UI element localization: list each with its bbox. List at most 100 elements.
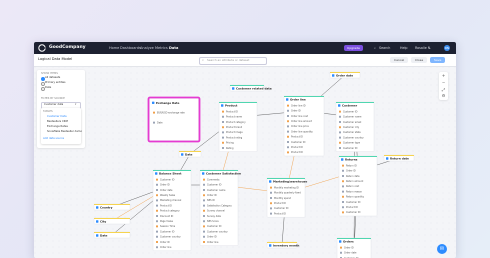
attribute-row[interactable]: Customer ID [346,201,361,204]
attribute-row[interactable]: Survey date [207,215,221,218]
dataset-card[interactable]: City [93,217,131,225]
attribute-row[interactable]: Order ID [207,194,217,197]
attribute-row[interactable]: Customer ID [207,184,222,187]
attribute-row[interactable]: Customer country [207,230,228,233]
attribute-row[interactable]: Product ID [291,136,303,139]
attribute-row[interactable]: Product name [226,116,243,119]
show-option-primary[interactable]: Primary entities [45,81,66,84]
attribute-row[interactable]: Product ID [160,204,172,207]
attribute-row[interactable]: Order ID [346,170,356,173]
attribute-row[interactable]: Product ID [226,110,238,113]
attribute-row[interactable]: Return quantity [346,196,365,199]
attribute-row[interactable]: Survey channel [207,210,225,213]
attribute-row[interactable]: Comments [207,178,220,181]
attribute-row[interactable]: Order ID [160,184,170,187]
attribute-row[interactable]: Customer ID [346,211,361,214]
attribute-row[interactable]: Order line cost [291,115,308,118]
dataset-card[interactable]: Inventory month [266,241,299,249]
dataset-card[interactable]: Order line Order line ID Order ID Order lin… [283,95,325,157]
attribute-row[interactable]: Return amount [346,180,363,183]
attribute-row[interactable]: NPS Score [207,220,219,223]
attribute-row[interactable]: Product category [226,121,246,124]
attribute-row[interactable]: Rating [226,147,234,150]
attribute-row[interactable]: Return ID [346,164,357,167]
model-canvas[interactable]: Product Product ID Product name Product cat… [34,42,456,258]
attribute-row[interactable]: Pricing [226,142,234,145]
attribute-row[interactable]: EUR/USD exchange rate [157,111,185,114]
attribute-row[interactable]: Return reason [346,190,363,193]
dataset-card[interactable]: Customer Customer ID Customer name Customer… [335,101,375,152]
dataset-card[interactable]: Date [93,231,131,239]
dataset-card[interactable]: Customer related data [229,84,272,92]
dataset-card[interactable]: Balance Sheet Customer ID Order ID Order da… [152,169,192,252]
highlighted-dataset-card[interactable]: Exchange Rate EUR/USD exchange rate Date [147,96,201,143]
show-option-all[interactable]: All datasets [45,76,60,79]
attribute-row[interactable]: Order line ID [291,104,306,107]
attribute-row[interactable]: Page Views [160,220,174,223]
dataset-card[interactable]: OrdersOrder IDOrder dateCustomer ID [336,237,372,258]
dataset-card[interactable]: Return date [383,154,415,162]
attribute-row[interactable]: Marketing channel [160,199,182,202]
attribute-row[interactable]: Return date [346,175,360,178]
attribute-row[interactable]: Weekly Sales [160,194,176,197]
attribute-row[interactable]: Order ID [160,241,170,244]
attribute-row[interactable]: NPS ID [207,199,215,202]
attribute-row[interactable]: Monthly marketing ID [274,186,299,189]
dataset-card[interactable]: Order date [329,71,361,79]
attribute-row[interactable]: Monthly quarterly fixed [274,192,301,195]
attribute-row[interactable]: Customer ID [343,110,358,113]
menu-item-bestsellers-crm[interactable]: Bestsellers CRM [47,120,68,123]
show-option-date[interactable]: Date [45,86,51,89]
attribute-row[interactable]: Order line [207,241,219,244]
attribute-row[interactable]: Customer name [207,189,226,192]
attribute-row[interactable]: Product ID [274,212,286,215]
chat-help-button[interactable]: ✉ [437,244,447,254]
attribute-row[interactable]: Order line amount [291,120,312,123]
zoom-out-icon[interactable]: − [440,80,447,86]
attribute-row[interactable]: Product ID [291,151,303,154]
attribute-row[interactable]: Customer ID [274,207,289,210]
add-source-link[interactable]: Add data source [43,137,64,140]
attribute-row[interactable]: Customer email [343,121,362,124]
attribute-row[interactable]: Monthly spend [274,197,291,200]
attribute-row[interactable]: Customer ID [291,141,306,144]
attribute-row[interactable]: Customer ID [160,230,175,233]
attribute-row[interactable]: Product rating [226,136,243,139]
menu-item-snowflake-demo[interactable]: Snowflake Bestseller demo [47,130,82,133]
attribute-row[interactable]: Return cost [346,185,359,188]
attribute-row[interactable]: Customer ID [160,178,175,181]
attribute-row[interactable]: Product ID [346,206,358,209]
attribute-row[interactable]: Discount ID [160,215,173,218]
attribute-row[interactable]: Order line price [291,125,309,128]
attribute-row[interactable]: Order line [160,246,172,249]
menu-item-customer-data[interactable]: Customer Data [47,115,67,118]
attribute-row[interactable]: Customer type [343,142,361,145]
menu-item-exchange-rates[interactable]: Exchange Rates [47,125,68,128]
attribute-row[interactable]: Customer state [343,131,361,134]
attribute-row[interactable]: Order ID [291,110,301,113]
attribute-row[interactable]: Customer city [343,126,360,129]
dataset-card[interactable]: Marketing/warehouse Monthly marketing ID M… [266,177,307,218]
dataset-card[interactable]: Country [93,203,131,211]
attribute-row[interactable]: Product image [226,131,243,134]
attribute-row[interactable]: Product ID [274,202,286,205]
dataset-card[interactable]: Product Product ID Product name Product cat… [218,101,258,152]
attribute-row[interactable]: Product ID [291,146,303,149]
attribute-row[interactable]: Product brand [226,126,243,129]
attribute-row[interactable]: Customer ID [207,225,222,228]
attribute-row[interactable]: Customer ID [343,147,358,150]
attribute-row[interactable]: Order ID [207,236,217,239]
attribute-row[interactable]: Customer name [343,116,362,119]
dataset-card[interactable]: Returns Return ID Order ID Return date Retur… [338,155,378,217]
dataset-card[interactable]: Customer Satisfaction Comments Customer ID… [199,169,241,246]
attribute-row[interactable]: Customer country [160,236,181,239]
attribute-row[interactable]: Satisfaction Category [207,204,232,207]
attribute-row[interactable]: Order date [344,252,357,255]
zoom-in-icon[interactable]: + [440,73,447,79]
attribute-row[interactable]: Session Time [160,225,176,228]
attribute-row[interactable]: Order date [160,189,173,192]
dataset-card[interactable]: Date [178,150,202,158]
attribute-row[interactable]: Date [157,121,163,124]
attribute-row[interactable]: Order ID [344,246,354,249]
attribute-row[interactable]: Customer country [343,136,364,139]
